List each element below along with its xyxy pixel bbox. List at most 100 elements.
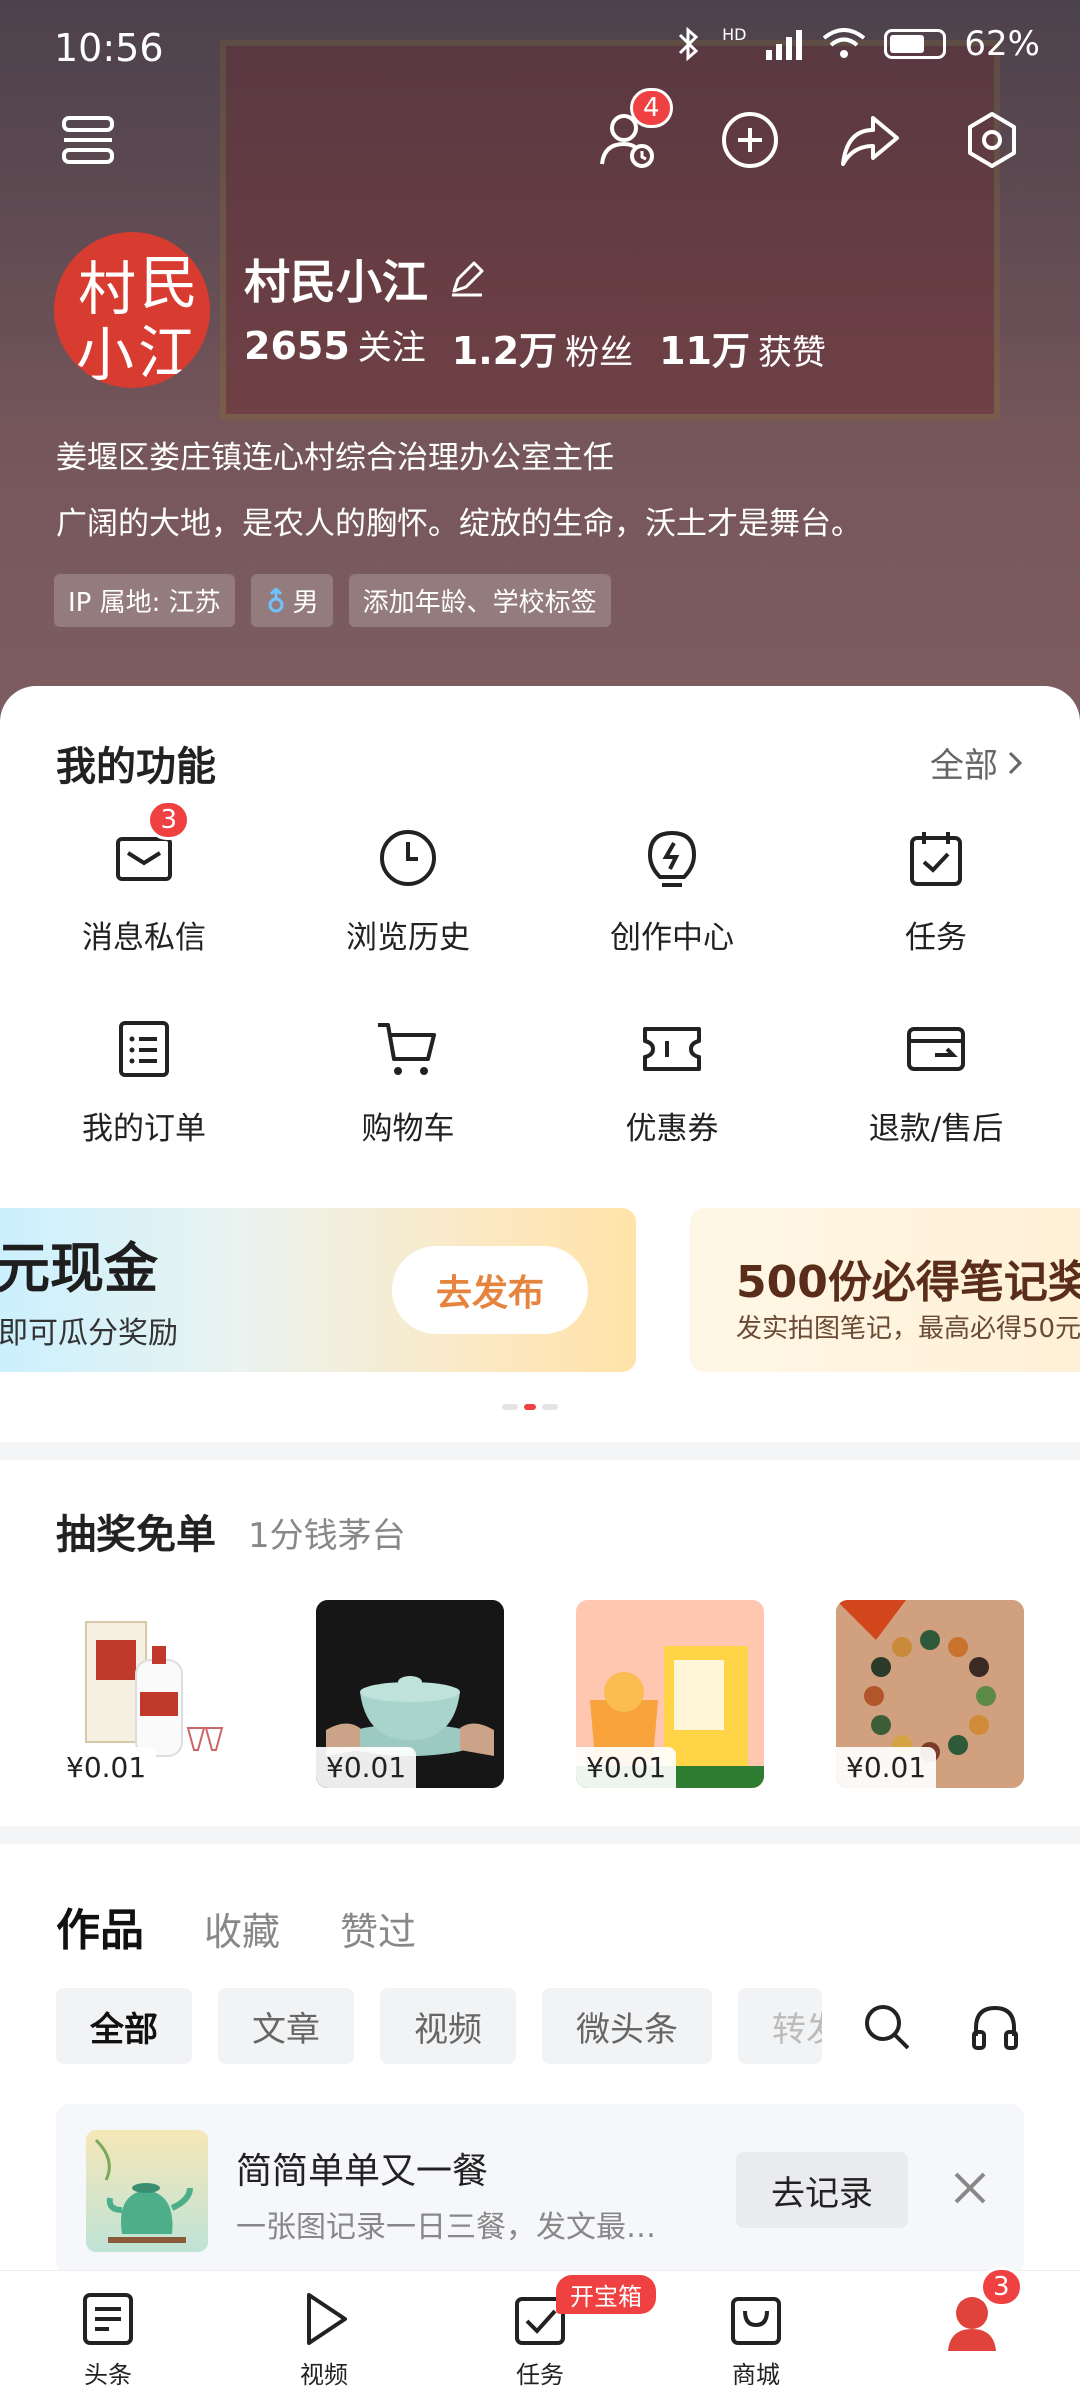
chevron-right-icon [1008,751,1023,774]
record-subtitle: 一张图记录一日三餐，发文最… [236,2210,656,2245]
function-label: 创作中心 [610,920,734,956]
function-history[interactable]: 浏览历史 [276,826,540,957]
product-price: ¥0.01 [576,1747,677,1788]
me-badge: 3 [980,2267,1023,2307]
product-price: ¥0.01 [56,1747,157,1788]
publish-button[interactable]: 去发布 [392,1246,588,1334]
play-icon [307,2293,347,2345]
likes-count: 11万 [659,329,750,373]
function-cart[interactable]: 购物车 [276,1017,540,1148]
product-card[interactable]: ¥0.01 [836,1600,1024,1788]
add-tag-button[interactable]: 添加年龄、学校标签 [348,574,611,627]
following-count: 2655 [244,324,350,368]
lottery-title: 抽奖免单 [56,1512,216,1558]
messages-badge: 3 [147,800,190,840]
cart-icon [376,1017,440,1081]
function-coupons[interactable]: 优惠券 [540,1017,804,1148]
ip-tag-label: IP 属地: 江苏 [68,588,221,618]
friends-badge: 4 [630,88,673,128]
headphones-icon[interactable] [970,2002,1020,2056]
lottery-card: 抽奖免单 1分钱茅台 ¥0.01 ¥0.01 ¥0.01 ¥0.01 [0,1460,1080,1826]
order-list-icon [112,1017,176,1081]
battery-icon [884,29,947,59]
nav-mall[interactable]: 商城 [696,2291,816,2390]
add-tag-label: 添加年龄、学校标签 [362,588,597,618]
product-card[interactable]: ¥0.01 [576,1600,764,1788]
chip-micro-posts[interactable]: 微头条 [542,1988,712,2064]
tab-works[interactable]: 作品 [56,1894,144,1958]
gender-tag[interactable]: 男 [250,574,333,627]
chip-videos[interactable]: 视频 [380,1988,516,2064]
chip-articles[interactable]: 文章 [218,1988,354,2064]
functions-title: 我的功能 [56,744,216,790]
product-card[interactable]: ¥0.01 [316,1600,504,1788]
nav-me[interactable]: 我的 [912,2291,1032,2394]
record-title: 简简单单又一餐 [236,2151,489,2192]
edit-icon[interactable] [446,259,486,299]
following-stat[interactable]: 2655 关注 [244,320,426,375]
function-label: 任务 [905,920,967,956]
settings-icon[interactable] [952,100,1032,180]
nav-headlines[interactable]: 头条 [48,2291,168,2390]
avatar-char: 江 [138,319,197,387]
status-time: 10:56 [54,26,164,70]
fans-label: 粉丝 [565,333,634,373]
function-label: 消息私信 [82,920,206,956]
function-creator-center[interactable]: 创作中心 [540,826,804,957]
promo-banner-notes[interactable]: 500份必得笔记奖励 发实拍图笔记，最高必得50元 [690,1208,1080,1372]
news-icon [83,2293,133,2345]
likes-stat[interactable]: 11万 获赞 [659,320,826,375]
product-price: ¥0.01 [836,1747,937,1788]
tab-liked[interactable]: 赞过 [340,1901,416,1956]
profile-tags: IP 属地: 江苏 男 添加年龄、学校标签 [54,574,611,627]
functions-all-link[interactable]: 全部 [930,738,1024,787]
record-button[interactable]: 去记录 [736,2152,908,2228]
close-icon[interactable] [948,2166,992,2214]
nav-label: 头条 [84,2361,132,2389]
nav-video[interactable]: 视频 [264,2291,384,2390]
function-refund[interactable]: 退款/售后 [804,1017,1068,1148]
top-bar: 4 [0,88,1080,220]
promo-banner-title: 500份必得笔记奖励 [736,1257,1080,1308]
profile-name-row: 村民小江 [244,246,486,312]
menu-icon[interactable] [48,100,128,180]
nav-label: 商城 [732,2361,780,2389]
profile-stats: 2655 关注 1.2万 粉丝 11万 获赞 [244,320,826,375]
my-functions-card: 我的功能 全部 3 消息私信 浏览历史 创作中心 任务 我的订单 购物车 优惠券… [0,686,1080,1442]
works-tabs: 作品 收藏 赞过 [56,1894,416,1958]
avatar-char: 小 [76,321,135,388]
promo-banner-subtitle: 即可瓜分奖励 [0,1316,178,1351]
function-label: 浏览历史 [346,920,470,956]
function-orders[interactable]: 我的订单 [12,1017,276,1148]
product-price: ¥0.01 [316,1747,417,1788]
fans-stat[interactable]: 1.2万 粉丝 [452,320,633,375]
chip-all[interactable]: 全部 [56,1988,192,2064]
search-icon[interactable] [862,2002,912,2056]
bio-line-1: 姜堰区娄庄镇连心村综合治理办公室主任 [56,440,614,476]
bottom-nav: 头条 视频 任务 开宝箱 商城 我的 3 [0,2267,1080,2400]
function-tasks[interactable]: 任务 [804,826,1068,957]
likes-label: 获赞 [757,333,826,373]
chip-reposts[interactable]: 转发 [738,1988,822,2064]
function-messages[interactable]: 3 消息私信 [12,800,276,957]
coupon-icon [640,1017,704,1081]
function-label: 退款/售后 [868,1111,1004,1147]
share-icon[interactable] [830,100,910,180]
gender-tag-label: 男 [292,588,319,618]
status-bar: 10:56 HD 62% [0,0,1080,100]
functions-all-label: 全部 [930,746,998,786]
promo-banner-title: 元现金 [0,1237,158,1300]
nav-label: 我的 [948,2365,996,2393]
tab-favorites[interactable]: 收藏 [204,1901,280,1956]
network-type: HD [722,24,747,44]
profile-screen: { "status_bar": { "time": "10:56", "batt… [0,0,1080,2400]
shopping-bag-icon [731,2297,781,2345]
avatar[interactable]: 村 民 小 江 [54,232,210,388]
add-icon[interactable] [710,100,790,180]
promo-banner-publish[interactable]: 元现金 即可瓜分奖励 去发布 [0,1208,636,1372]
product-card[interactable]: ¥0.01 [56,1600,244,1788]
friends-icon[interactable]: 4 [588,88,673,180]
promo-banner-subtitle: 发实拍图笔记，最高必得50元 [736,1314,1080,1344]
lightbulb-icon [640,826,704,890]
teapot-image [86,2130,208,2252]
